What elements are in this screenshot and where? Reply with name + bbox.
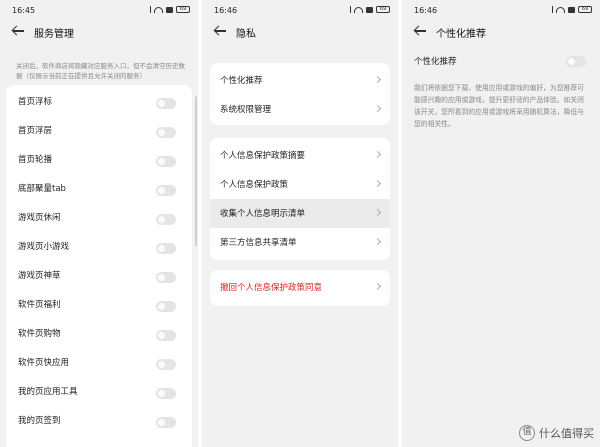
battery-icon: 69 xyxy=(176,6,190,13)
bluetooth-icon xyxy=(347,6,351,13)
service-item: 底部聚量tab xyxy=(12,176,184,205)
personalized-description: 我们将依据您下载、使用应用或游戏的偏好，为您推荐可能感兴趣的应用或游戏，提升更舒… xyxy=(414,84,584,128)
privacy-menu-item-label: 个人信息保护政策摘要 xyxy=(220,151,306,161)
privacy-menu-item-label: 个人信息保护政策 xyxy=(220,180,289,190)
service-note: 关闭后，软件商店将隐藏对应服务入口，但不会清空历史数据（仅展示当前正在提供且允许… xyxy=(16,62,185,80)
privacy-menu-item-label: 撤回个人信息保护政策同意 xyxy=(220,283,323,293)
privacy-menu-item-label: 个性化推荐 xyxy=(220,76,263,86)
service-item-label: 首页浮标 xyxy=(18,97,53,107)
privacy-menu-item[interactable]: 个性化推荐 xyxy=(210,66,390,95)
privacy-menu-item-label: 收集个人信息明示清单 xyxy=(220,209,306,219)
privacy-group-policies: 个人信息保护政策摘要 个人信息保护政策收集个人信息明示清单 第三方信息共享清单 xyxy=(210,138,390,260)
service-item-label: 我的页签到 xyxy=(18,416,61,426)
chevron-right-icon xyxy=(373,208,382,217)
service-item-label: 首页轮播 xyxy=(18,155,53,165)
service-item: 首页浮标 xyxy=(12,89,184,118)
watermark: 值 什么值得买 xyxy=(519,425,594,441)
personalized-toggle[interactable] xyxy=(566,56,586,67)
privacy-menu-item[interactable]: 第三方信息共享清单 xyxy=(210,228,390,257)
privacy-menu-item[interactable]: 个人信息保护政策摘要 xyxy=(210,141,390,170)
service-item: 软件页购物 xyxy=(12,321,184,350)
service-item-toggle[interactable] xyxy=(156,301,176,312)
watermark-logo-icon: 值 xyxy=(519,425,535,441)
service-item: 游戏页小游戏 xyxy=(12,234,184,263)
status-bar: 16:46 69 xyxy=(202,0,398,20)
chevron-right-icon xyxy=(373,282,382,291)
service-item-toggle[interactable] xyxy=(156,127,176,138)
personalized-toggle-label: 个性化推荐 xyxy=(414,57,457,67)
service-item-toggle[interactable] xyxy=(156,98,176,109)
service-item: 首页轮播 xyxy=(12,147,184,176)
back-arrow-icon[interactable] xyxy=(214,24,228,38)
chevron-right-icon xyxy=(373,237,382,246)
service-item-label: 首页浮层 xyxy=(18,126,53,136)
service-item: 游戏页休闲 xyxy=(12,205,184,234)
status-time: 16:46 xyxy=(414,6,438,15)
bluetooth-icon xyxy=(549,6,553,13)
title-bar: 服务管理 xyxy=(0,22,198,44)
page-title: 服务管理 xyxy=(34,29,74,40)
sim-icon xyxy=(366,6,373,13)
service-item-label: 游戏页神草 xyxy=(18,271,61,281)
service-item-toggle[interactable] xyxy=(156,272,176,283)
status-time: 16:46 xyxy=(214,6,238,15)
chevron-right-icon xyxy=(373,104,382,113)
watermark-text: 什么值得买 xyxy=(539,427,594,440)
wifi-icon xyxy=(354,6,363,13)
back-arrow-icon[interactable] xyxy=(414,24,428,38)
sim-icon xyxy=(568,6,575,13)
privacy-menu-item[interactable]: 收集个人信息明示清单 xyxy=(210,199,390,228)
wifi-icon xyxy=(556,6,565,13)
service-item: 软件页福利 xyxy=(12,292,184,321)
service-item-label: 软件页购物 xyxy=(18,329,61,339)
page-title: 隐私 xyxy=(236,29,256,40)
sim-icon xyxy=(166,6,173,13)
status-bar: 16:46 69 xyxy=(402,0,600,20)
privacy-screen: 16:46 69 隐私 个性化推荐系统权限管理 个人信息保护政策摘要 个人信息保护… xyxy=(202,0,398,447)
title-bar: 隐私 xyxy=(202,22,398,44)
battery-icon: 69 xyxy=(578,6,592,13)
service-item-toggle[interactable] xyxy=(156,156,176,167)
service-item-toggle[interactable] xyxy=(156,359,176,370)
service-item-label: 我的页应用工具 xyxy=(18,387,78,397)
page-title: 个性化推荐 xyxy=(436,29,486,40)
title-bar: 个性化推荐 xyxy=(402,22,600,44)
service-item: 软件页快应用 xyxy=(12,350,184,379)
service-item-label: 底部聚量tab xyxy=(18,184,66,194)
chevron-right-icon xyxy=(373,150,382,159)
service-item-label: 游戏页小游戏 xyxy=(18,242,70,252)
privacy-menu-item-label: 第三方信息共享清单 xyxy=(220,238,297,248)
back-arrow-icon[interactable] xyxy=(12,24,26,38)
bluetooth-icon xyxy=(147,6,151,13)
service-item-label: 软件页福利 xyxy=(18,300,61,310)
battery-icon: 69 xyxy=(376,6,390,13)
service-item-label: 游戏页休闲 xyxy=(18,213,61,223)
service-item-toggle[interactable] xyxy=(156,185,176,196)
privacy-menu-item[interactable]: 个人信息保护政策 xyxy=(210,170,390,199)
scrollbar[interactable] xyxy=(195,96,197,246)
service-item-toggle[interactable] xyxy=(156,214,176,225)
privacy-menu-item[interactable]: 撤回个人信息保护政策同意 xyxy=(210,273,390,302)
privacy-menu-item-label: 系统权限管理 xyxy=(220,105,272,115)
service-management-screen: 16:45 69 服务管理 关闭后，软件商店将隐藏对应服务入口，但不会清空历史数… xyxy=(0,0,198,447)
chevron-right-icon xyxy=(373,179,382,188)
service-item-toggle[interactable] xyxy=(156,388,176,399)
chevron-right-icon xyxy=(373,75,382,84)
privacy-group-settings: 个性化推荐系统权限管理 xyxy=(210,63,390,125)
service-item-toggle[interactable] xyxy=(156,243,176,254)
service-item: 游戏页神草 xyxy=(12,263,184,292)
service-item-toggle[interactable] xyxy=(156,417,176,428)
status-bar: 16:45 69 xyxy=(0,0,198,20)
status-time: 16:45 xyxy=(12,6,36,15)
service-item: 首页浮层 xyxy=(12,118,184,147)
privacy-menu-item[interactable]: 系统权限管理 xyxy=(210,95,390,124)
privacy-group-withdraw: 撤回个人信息保护政策同意 xyxy=(210,270,390,306)
service-item-toggle[interactable] xyxy=(156,330,176,341)
personalized-recommendation-screen: 16:46 69 个性化推荐 个性化推荐 我们将依据您下载、使用应用或游戏的偏好… xyxy=(402,0,600,447)
wifi-icon xyxy=(154,6,163,13)
service-item-label: 软件页快应用 xyxy=(18,358,70,368)
service-item: 我的页应用工具 xyxy=(12,379,184,408)
service-item: 我的页签到 xyxy=(12,408,184,437)
